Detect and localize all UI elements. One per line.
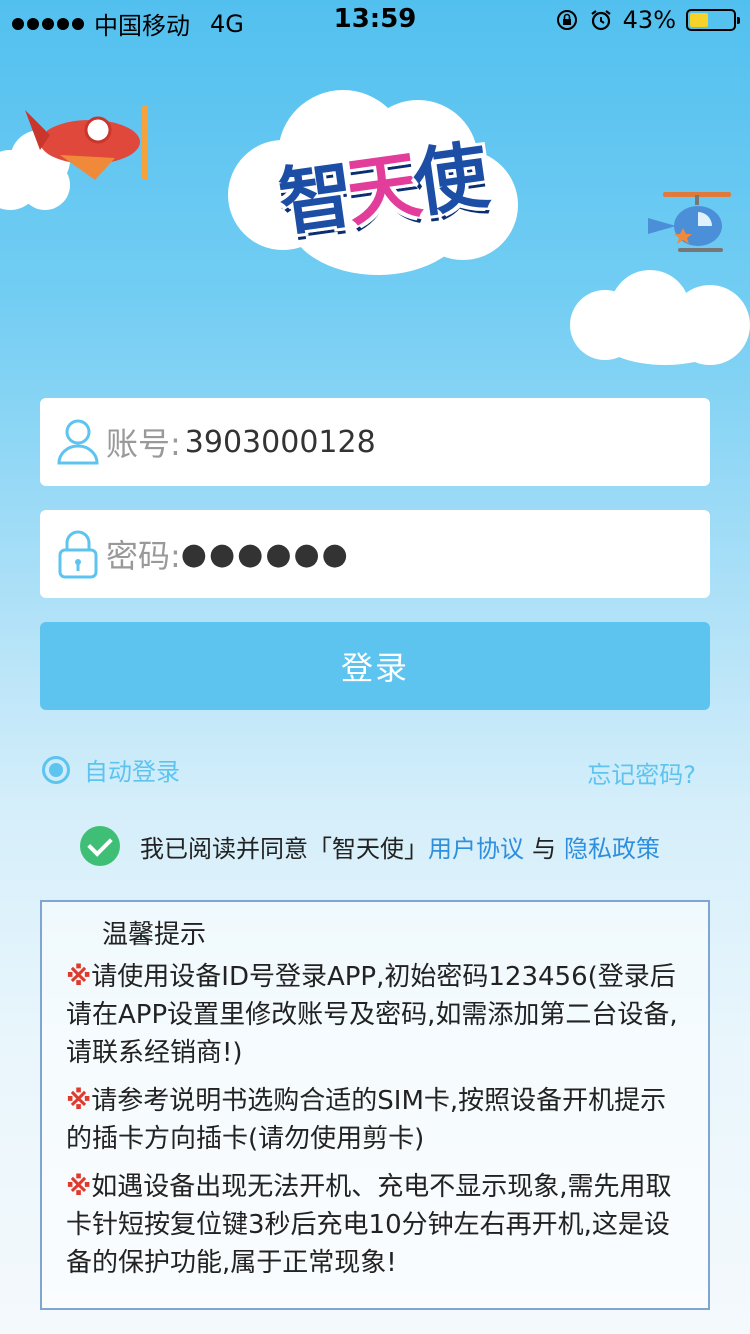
tips-title: 温馨提示 [102,920,207,950]
password-label: 密码: [106,537,181,575]
radio-icon[interactable] [42,755,70,784]
cloud-icon [570,270,750,365]
logo-char: 使 [408,133,488,228]
password-field[interactable]: 密码: ●●●●●● [40,510,710,598]
status-bar: 中国移动 4G 13:59 43% [0,0,750,40]
tip-item: ※请使用设备ID号登录APP,初始密码123456(登录后请在APP设置里修改账… [66,958,686,1072]
auto-login-label: 自动登录 [84,758,180,786]
user-agreement-link[interactable]: 用户协议 [428,829,524,864]
alarm-icon [590,10,611,31]
check-icon[interactable] [80,826,120,866]
forgot-password-link[interactable]: 忘记密码? [587,755,696,790]
auto-login-toggle[interactable]: 自动登录 [42,752,180,787]
agreement-conjunction: 与 [532,834,556,863]
account-label: 账号: [106,425,181,463]
plane-icon [25,105,148,180]
logo-char: 天 [341,142,421,238]
tip-item: ※请参考说明书选购合适的SIM卡,按照设备开机提示的插卡方向插卡(请勿使用剪卡) [66,1082,686,1158]
tips-panel: 温馨提示 ※请使用设备ID号登录APP,初始密码123456(登录后请在APP设… [40,900,710,1310]
warning-mark-icon: ※ [66,1172,92,1202]
tip-text: 请使用设备ID号登录APP,初始密码123456(登录后请在APP设置里修改账号… [66,962,678,1068]
battery-icon [686,9,740,31]
agreement-prefix: 我已阅读并同意「智天使」 [140,834,428,863]
tip-text: 请参考说明书选购合适的SIM卡,按照设备开机提示的插卡方向插卡(请勿使用剪卡) [66,1086,667,1154]
password-input[interactable]: ●●●●●● [181,537,350,572]
agreement-row: 我已阅读并同意「智天使」 用户协议 与 隐私政策 [80,826,660,866]
tip-item: ※如遇设备出现无法开机、充电不显示现象,需先用取卡针短按复位键3秒后充电10分钟… [66,1168,686,1282]
lock-icon [58,530,98,579]
account-field[interactable]: 账号: 3903000128 [40,398,710,486]
account-input[interactable]: 3903000128 [185,425,376,460]
warning-mark-icon: ※ [66,962,92,992]
tip-text: 如遇设备出现无法开机、充电不显示现象,需先用取卡针短按复位键3秒后充电10分钟左… [66,1172,672,1278]
battery-percent: 43% [622,6,676,34]
user-icon [57,419,99,465]
login-button[interactable]: 登录 [40,622,710,710]
rotation-lock-icon [556,10,577,30]
privacy-policy-link[interactable]: 隐私政策 [564,829,660,864]
logo-char: 智 [273,152,354,247]
warning-mark-icon: ※ [66,1086,92,1116]
helicopter-icon [648,192,731,252]
